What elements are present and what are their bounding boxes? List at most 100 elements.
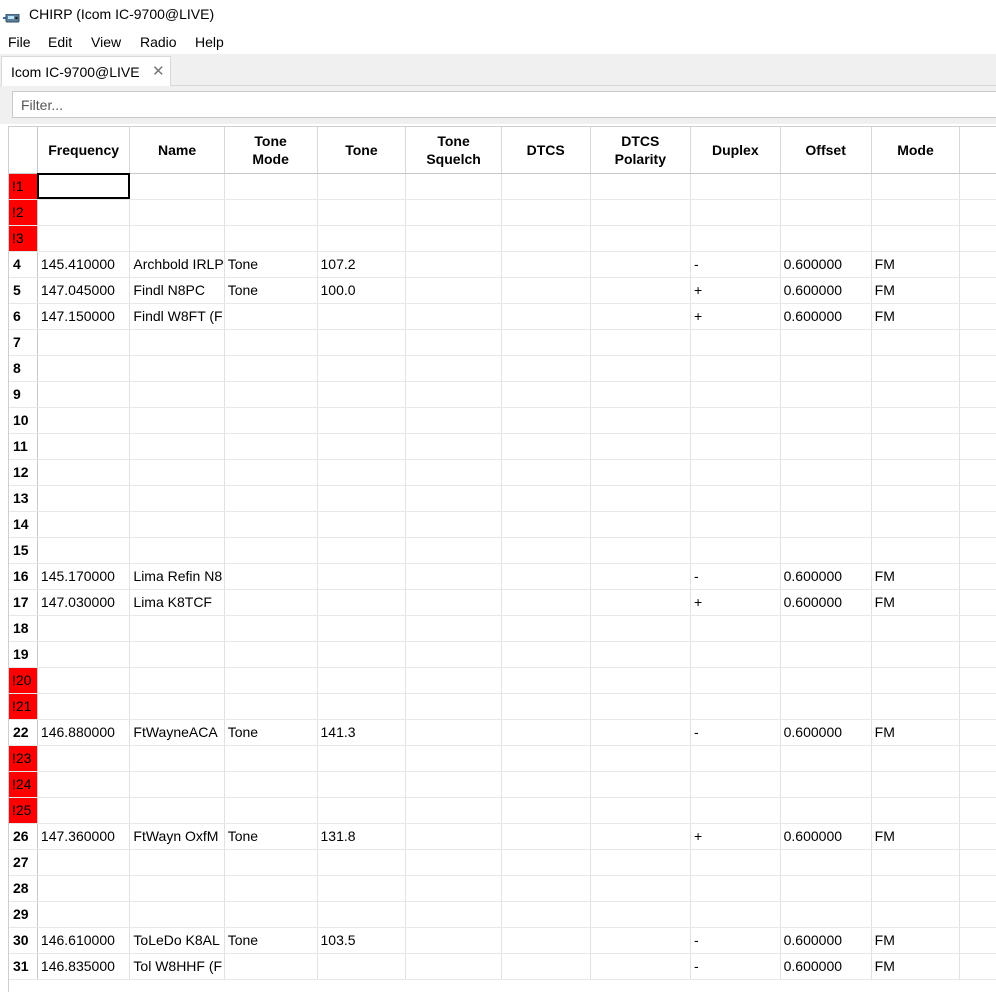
cell-tone-mode[interactable] (224, 745, 318, 772)
cell-extra[interactable] (959, 459, 996, 486)
cell-tone-mode[interactable] (224, 953, 318, 980)
cell-duplex[interactable] (690, 355, 781, 382)
cell-tone-mode[interactable] (224, 407, 318, 434)
cell-duplex[interactable] (690, 745, 781, 772)
cell-name[interactable]: FtWayneACA (129, 719, 225, 746)
cell-tone-squelch[interactable] (405, 459, 502, 486)
cell-tone[interactable] (317, 641, 407, 668)
row-number[interactable]: 12 (9, 459, 38, 486)
cell-dtcs-polarity[interactable] (590, 953, 691, 980)
cell-tone[interactable] (317, 355, 407, 382)
table-row[interactable]: 14 (9, 511, 996, 538)
cell-dtcs-polarity[interactable] (590, 537, 691, 564)
close-icon[interactable]: ✕ (152, 62, 165, 80)
cell-extra[interactable] (959, 927, 996, 954)
cell-tone-mode[interactable]: Tone (224, 927, 318, 954)
cell-frequency[interactable]: 147.150000 (37, 303, 131, 330)
cell-tone-mode[interactable] (224, 901, 318, 928)
cell-mode[interactable]: FM (871, 719, 961, 746)
cell-name[interactable]: Findl N8PC (129, 277, 225, 304)
cell-tone-squelch[interactable] (405, 173, 502, 200)
menu-help[interactable]: Help (195, 34, 224, 50)
cell-dtcs[interactable] (501, 693, 591, 720)
cell-tone-mode[interactable] (224, 433, 318, 460)
cell-dtcs-polarity[interactable] (590, 173, 691, 200)
cell-extra[interactable] (959, 745, 996, 772)
cell-tone[interactable] (317, 485, 407, 512)
column-header-tone[interactable]: Tone (317, 127, 407, 174)
cell-tone-mode[interactable] (224, 459, 318, 486)
cell-extra[interactable] (959, 199, 996, 226)
cell-tone-squelch[interactable] (405, 745, 502, 772)
cell-tone-squelch[interactable] (405, 355, 502, 382)
cell-tone-squelch[interactable] (405, 771, 502, 798)
table-row[interactable]: 5 147.045000 Findl N8PC Tone 100.0 +0.600000 F… (9, 277, 996, 304)
table-row[interactable]: 13 (9, 485, 996, 512)
row-number[interactable]: 14 (9, 511, 38, 538)
cell-name[interactable]: Archbold IRLP (129, 251, 225, 278)
cell-duplex[interactable] (690, 615, 781, 642)
cell-frequency[interactable] (37, 849, 131, 876)
cell-tone[interactable]: 131.8 (317, 823, 407, 850)
cell-tone-squelch[interactable] (405, 433, 502, 460)
cell-tone[interactable] (317, 615, 407, 642)
cell-extra[interactable] (959, 901, 996, 928)
cell-frequency[interactable] (37, 875, 131, 902)
cell-name[interactable] (129, 615, 225, 642)
cell-dtcs[interactable] (501, 485, 591, 512)
row-number[interactable]: 9 (9, 381, 38, 408)
cell-tone[interactable] (317, 433, 407, 460)
cell-mode[interactable] (871, 615, 961, 642)
cell-tone[interactable] (317, 667, 407, 694)
cell-frequency[interactable] (37, 667, 131, 694)
cell-duplex[interactable] (690, 381, 781, 408)
cell-tone-mode[interactable] (224, 875, 318, 902)
cell-tone-squelch[interactable] (405, 407, 502, 434)
cell-dtcs-polarity[interactable] (590, 849, 691, 876)
cell-dtcs-polarity[interactable] (590, 927, 691, 954)
cell-tone-mode[interactable] (224, 537, 318, 564)
cell-dtcs[interactable] (501, 199, 591, 226)
cell-dtcs[interactable] (501, 641, 591, 668)
cell-dtcs-polarity[interactable] (590, 615, 691, 642)
cell-dtcs[interactable] (501, 459, 591, 486)
cell-frequency[interactable] (37, 511, 131, 538)
cell-name[interactable]: Tol W8HHF (F (129, 953, 225, 980)
cell-extra[interactable] (959, 953, 996, 980)
cell-tone-squelch[interactable] (405, 485, 502, 512)
table-row[interactable]: !20 (9, 667, 996, 694)
cell-name[interactable] (129, 641, 225, 668)
cell-offset[interactable]: 0.600000 (780, 927, 872, 954)
cell-dtcs-polarity[interactable] (590, 823, 691, 850)
cell-tone-mode[interactable] (224, 303, 318, 330)
cell-tone-squelch[interactable] (405, 277, 502, 304)
cell-offset[interactable]: 0.600000 (780, 251, 872, 278)
cell-dtcs-polarity[interactable] (590, 563, 691, 590)
cell-offset[interactable]: 0.600000 (780, 589, 872, 616)
cell-tone-mode[interactable] (224, 797, 318, 824)
cell-offset[interactable] (780, 199, 872, 226)
cell-offset[interactable] (780, 797, 872, 824)
cell-tone-squelch[interactable] (405, 537, 502, 564)
table-row[interactable]: 12 (9, 459, 996, 486)
row-number[interactable]: 18 (9, 615, 38, 642)
cell-duplex[interactable]: + (690, 823, 781, 850)
cell-dtcs-polarity[interactable] (590, 355, 691, 382)
cell-extra[interactable] (959, 719, 996, 746)
cell-offset[interactable] (780, 433, 872, 460)
cell-tone-mode[interactable]: Tone (224, 251, 318, 278)
cell-tone-mode[interactable] (224, 615, 318, 642)
cell-tone-mode[interactable] (224, 225, 318, 252)
cell-tone-squelch[interactable] (405, 901, 502, 928)
row-number[interactable]: 10 (9, 407, 38, 434)
cell-duplex[interactable] (690, 849, 781, 876)
cell-extra[interactable] (959, 251, 996, 278)
row-number[interactable]: 27 (9, 849, 38, 876)
row-number[interactable]: 7 (9, 329, 38, 356)
cell-mode[interactable] (871, 459, 961, 486)
cell-frequency[interactable]: 147.360000 (37, 823, 131, 850)
cell-offset[interactable]: 0.600000 (780, 953, 872, 980)
table-row[interactable]: 31 146.835000 Tol W8HHF (F -0.600000 FM (9, 953, 996, 980)
cell-dtcs[interactable] (501, 563, 591, 590)
cell-extra[interactable] (959, 823, 996, 850)
